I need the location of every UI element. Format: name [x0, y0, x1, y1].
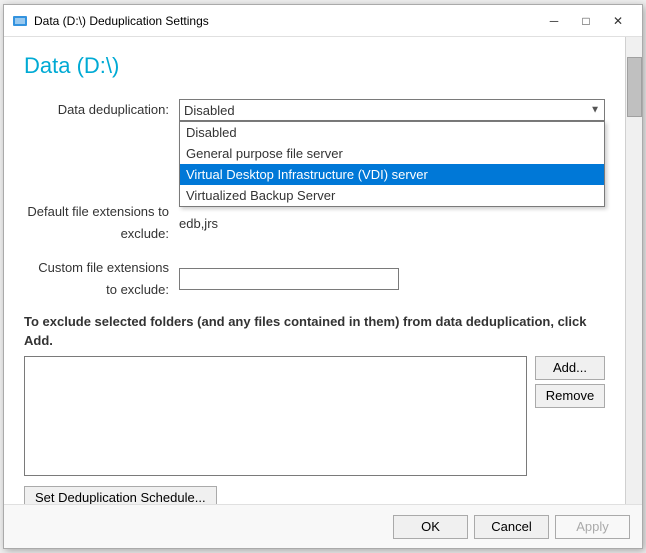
maximize-button[interactable]: □ — [570, 11, 602, 31]
custom-ext-row: Custom file extensions to exclude: — [24, 257, 605, 301]
exclude-label-text: To exclude selected folders (and any fil… — [24, 314, 587, 329]
schedule-button[interactable]: Set Deduplication Schedule... — [24, 486, 217, 504]
custom-ext-label: Custom file extensions to exclude: — [24, 257, 179, 301]
cancel-button[interactable]: Cancel — [474, 515, 549, 539]
scrollbar-track — [625, 37, 642, 504]
deduplication-control: Disabled ▼ Disabled General purpose file… — [179, 99, 605, 121]
remove-button[interactable]: Remove — [535, 384, 605, 408]
deduplication-dropdown-menu: Disabled General purpose file server Vir… — [179, 121, 605, 207]
folders-buttons: Add... Remove — [535, 356, 605, 476]
folders-area: Add... Remove — [24, 356, 605, 476]
deduplication-dropdown-wrapper: Disabled ▼ Disabled General purpose file… — [179, 99, 605, 121]
dropdown-option-vdi[interactable]: Virtual Desktop Infrastructure (VDI) ser… — [180, 164, 604, 185]
folders-list — [24, 356, 527, 476]
bottom-bar: OK Cancel Apply — [4, 504, 642, 548]
page-title: Data (D:\) — [24, 53, 605, 79]
content: Data (D:\) Data deduplication: Disabled … — [4, 37, 642, 504]
exclude-section-label: To exclude selected folders (and any fil… — [24, 313, 605, 349]
custom-ext-control — [179, 268, 605, 290]
close-button[interactable]: ✕ — [602, 11, 634, 31]
exclude-label-add: Add. — [24, 333, 53, 348]
titlebar-controls: ─ □ ✕ — [538, 11, 634, 31]
scrollbar-thumb[interactable] — [627, 57, 642, 117]
ok-button[interactable]: OK — [393, 515, 468, 539]
main-area: Data (D:\) Data deduplication: Disabled … — [4, 37, 625, 504]
window-icon — [12, 13, 28, 29]
deduplication-row: Data deduplication: Disabled ▼ Disabled … — [24, 99, 605, 121]
custom-ext-input[interactable] — [179, 268, 399, 290]
add-button[interactable]: Add... — [535, 356, 605, 380]
deduplication-label: Data deduplication: — [24, 99, 179, 121]
dropdown-arrow-icon: ▼ — [590, 105, 600, 116]
titlebar: Data (D:\) Deduplication Settings ─ □ ✕ — [4, 5, 642, 37]
minimize-button[interactable]: ─ — [538, 11, 570, 31]
dropdown-option-disabled[interactable]: Disabled — [180, 122, 604, 143]
default-ext-row: Default file extensions to exclude: edb,… — [24, 201, 605, 245]
dropdown-option-general[interactable]: General purpose file server — [180, 143, 604, 164]
window: Data (D:\) Deduplication Settings ─ □ ✕ … — [3, 4, 643, 549]
deduplication-dropdown[interactable]: Disabled ▼ — [179, 99, 605, 121]
deduplication-selected-value: Disabled — [184, 103, 235, 118]
default-ext-value: edb,jrs — [179, 216, 218, 231]
titlebar-title: Data (D:\) Deduplication Settings — [34, 14, 538, 28]
default-ext-label: Default file extensions to exclude: — [24, 201, 179, 245]
apply-button[interactable]: Apply — [555, 515, 630, 539]
dropdown-option-backup[interactable]: Virtualized Backup Server — [180, 185, 604, 206]
